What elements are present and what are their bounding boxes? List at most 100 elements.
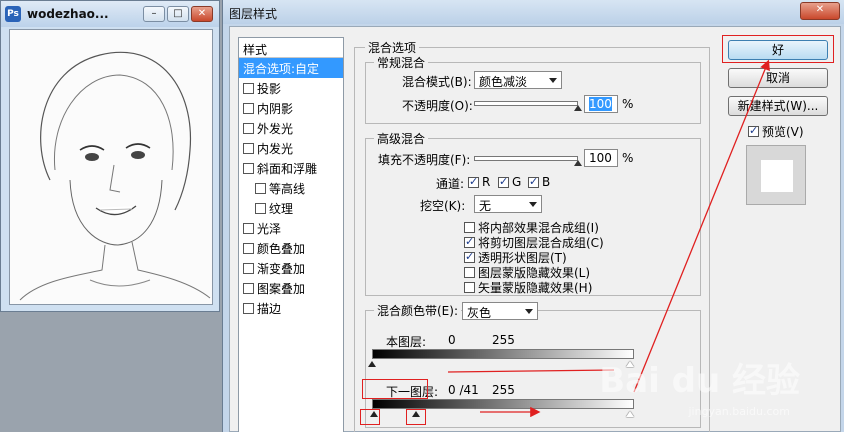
ok-button[interactable]: 好 (728, 40, 828, 60)
style-list-header: 样式 (239, 38, 343, 58)
watermark-sub: jingyan.baidu.com (688, 405, 790, 418)
blend-if-label: 混合颜色带(E): (374, 302, 461, 319)
annotation-box-right-slider (406, 409, 426, 425)
style-checkbox[interactable] (243, 242, 254, 254)
document-title: wodezhao... (27, 7, 109, 21)
style-checkbox[interactable] (243, 122, 254, 134)
style-list-item-label: 内发光 (257, 141, 294, 156)
fill-opacity-slider[interactable] (474, 156, 582, 166)
style-list-item-label: 颜色叠加 (257, 241, 306, 256)
fill-opacity-percent: % (622, 151, 634, 165)
general-blending-title: 常规混合 (374, 54, 429, 71)
channel-b-checkbox[interactable]: B (528, 175, 550, 189)
style-checkbox[interactable] (243, 82, 254, 94)
opacity-percent: % (622, 97, 634, 111)
style-list-item[interactable]: 光泽 (239, 218, 343, 238)
chevron-down-icon (529, 202, 537, 207)
channel-g-checkbox[interactable]: G (498, 175, 521, 189)
watermark: Bai du 经验 (599, 361, 800, 401)
blend-mode-dropdown[interactable]: 颜色减淡 (474, 71, 562, 89)
channels-label: 通道: (436, 177, 465, 191)
style-preview-swatch (746, 145, 806, 205)
advanced-blending-group: 高级混合 填充不透明度(F): 100 % 通道: R G B 挖空(K): 无… (365, 130, 701, 296)
chevron-down-icon (549, 78, 557, 83)
style-list-item[interactable]: 颜色叠加 (239, 238, 343, 258)
style-list-item[interactable]: 等高线 (239, 178, 343, 198)
annotation-box-underlying-label (362, 379, 428, 399)
style-checkbox[interactable] (243, 262, 254, 274)
preview-checkbox[interactable]: 预览(V) (748, 123, 804, 140)
style-checkbox[interactable] (243, 162, 254, 174)
chevron-down-icon (525, 309, 533, 314)
opacity-input[interactable]: 100 (584, 95, 618, 113)
close-button[interactable]: ✕ (191, 6, 213, 22)
style-list-item-label: 渐变叠加 (257, 261, 306, 276)
underlying-layer-high: 255 (492, 383, 515, 397)
style-list-item[interactable]: 纹理 (239, 198, 343, 218)
style-list-item-label: 内阴影 (257, 101, 294, 116)
style-checkbox[interactable] (255, 182, 266, 194)
dialog-titlebar[interactable]: 图层样式 ✕ (223, 0, 844, 24)
fill-opacity-input[interactable]: 100 (584, 149, 618, 167)
blend-if-dropdown[interactable]: 灰色 (462, 302, 538, 320)
style-checkbox[interactable] (243, 102, 254, 114)
maximize-button[interactable]: □ (167, 6, 189, 22)
cancel-button[interactable]: 取消 (728, 68, 828, 88)
advanced-blending-title: 高级混合 (374, 130, 429, 147)
document-window: Ps wodezhao... – □ ✕ (0, 0, 220, 312)
underlying-white-slider[interactable] (626, 411, 634, 417)
style-checkbox[interactable] (243, 282, 254, 294)
slider-thumb-icon[interactable] (574, 160, 582, 166)
document-titlebar[interactable]: Ps wodezhao... – □ ✕ (1, 1, 219, 27)
style-list-item-label: 外发光 (257, 121, 294, 136)
minimize-button[interactable]: – (143, 6, 165, 22)
advanced-option-checkbox[interactable]: 矢量蒙版隐藏效果(H) (464, 279, 592, 296)
new-style-button[interactable]: 新建样式(W)... (728, 96, 828, 116)
style-list-item-label: 投影 (257, 81, 282, 96)
style-checkbox[interactable] (255, 202, 266, 214)
style-list-item[interactable]: 投影 (239, 78, 343, 98)
pencil-sketch-image (10, 30, 212, 304)
knockout-value: 无 (479, 199, 492, 213)
style-list-item[interactable]: 外发光 (239, 118, 343, 138)
sketch-canvas[interactable] (9, 29, 213, 305)
dialog-title: 图层样式 (229, 7, 278, 21)
underlying-layer-low: 0 /41 (448, 383, 479, 397)
knockout-label: 挖空(K): (420, 199, 466, 213)
knockout-dropdown[interactable]: 无 (474, 195, 542, 213)
blend-mode-value: 颜色减淡 (479, 75, 528, 89)
style-list-item-label: 混合选项:自定 (243, 61, 320, 76)
fill-opacity-label: 填充不透明度(F): (378, 153, 471, 167)
style-list-item-label: 等高线 (269, 181, 306, 196)
this-layer-gradient (372, 349, 634, 359)
style-list-item-label: 描边 (257, 301, 282, 316)
this-layer-low: 0 (448, 333, 456, 347)
opacity-label: 不透明度(O): (402, 99, 473, 113)
style-list-item-label: 光泽 (257, 221, 282, 236)
style-checkbox[interactable] (243, 302, 254, 314)
style-list-item-label: 纹理 (269, 201, 294, 216)
style-list-item[interactable]: 斜面和浮雕 (239, 158, 343, 178)
style-list-item[interactable]: 图案叠加 (239, 278, 343, 298)
style-list: 样式 混合选项:自定投影内阴影外发光内发光斜面和浮雕等高线纹理光泽颜色叠加渐变叠… (238, 37, 344, 432)
style-list-item-label: 斜面和浮雕 (257, 161, 318, 176)
this-layer-high: 255 (492, 333, 515, 347)
this-layer-label: 本图层: (386, 335, 427, 349)
style-list-item[interactable]: 描边 (239, 298, 343, 318)
style-checkbox[interactable] (243, 222, 254, 234)
channel-r-checkbox[interactable]: R (468, 175, 490, 189)
style-list-item[interactable]: 内发光 (239, 138, 343, 158)
annotation-box-left-slider (360, 409, 380, 425)
opacity-slider[interactable] (474, 101, 582, 111)
underlying-layer-gradient (372, 399, 634, 409)
style-list-item[interactable]: 渐变叠加 (239, 258, 343, 278)
this-layer-black-slider[interactable] (368, 361, 376, 367)
general-blending-group: 常规混合 混合模式(B): 颜色减淡 不透明度(O): 100 % (365, 54, 701, 124)
style-list-item[interactable]: 混合选项:自定 (239, 58, 343, 78)
photoshop-icon: Ps (5, 6, 21, 22)
slider-thumb-icon[interactable] (574, 105, 582, 111)
dialog-close-button[interactable]: ✕ (800, 2, 840, 20)
blend-mode-label: 混合模式(B): (402, 75, 472, 89)
style-list-item[interactable]: 内阴影 (239, 98, 343, 118)
style-checkbox[interactable] (243, 142, 254, 154)
